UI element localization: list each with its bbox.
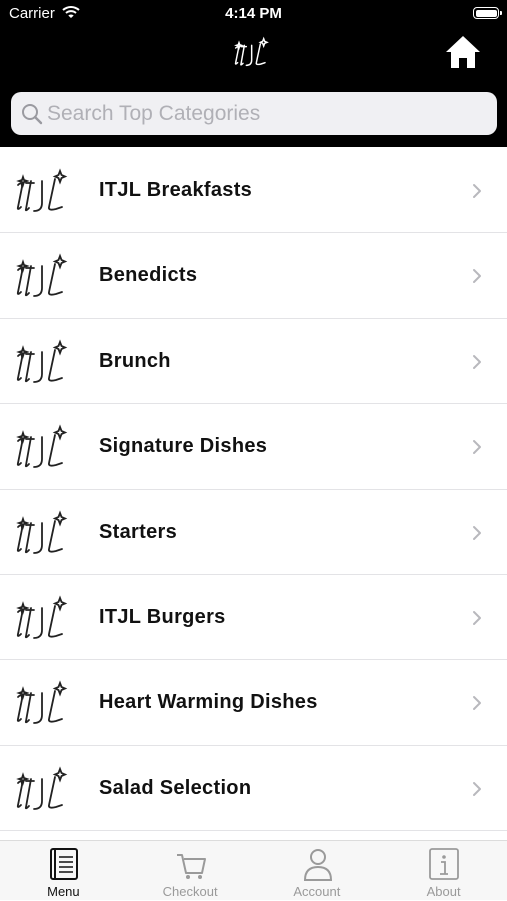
category-list: ITJL Breakfasts Benedicts Brunch Signature … <box>0 148 507 832</box>
status-bar: Carrier 4:14 PM <box>0 0 507 28</box>
category-row[interactable]: Starters <box>0 489 507 575</box>
cart-icon <box>175 847 207 881</box>
itjl-logo-icon <box>12 423 76 471</box>
itjl-logo-icon <box>12 338 76 386</box>
search-bar[interactable] <box>11 92 497 135</box>
category-row[interactable]: ITJL Burgers <box>0 574 507 661</box>
itjl-logo-icon <box>230 36 276 68</box>
search-icon <box>21 103 43 125</box>
home-icon <box>446 36 480 68</box>
chevron-right-icon <box>470 268 484 284</box>
itjl-logo-icon <box>12 594 76 642</box>
category-row[interactable]: Signature Dishes <box>0 404 507 490</box>
itjl-logo-icon <box>12 167 76 215</box>
person-icon <box>302 847 334 881</box>
tab-label: Menu <box>47 884 80 899</box>
category-row[interactable]: Brunch <box>0 318 507 405</box>
chevron-right-icon <box>470 183 484 199</box>
status-time: 4:14 PM <box>225 5 282 22</box>
chevron-right-icon <box>470 354 484 370</box>
category-label: Starters <box>99 520 177 543</box>
navigation-header: Carrier 4:14 PM <box>0 0 507 147</box>
category-row[interactable]: ITJL Breakfasts <box>0 148 507 234</box>
tab-label: Account <box>293 884 341 899</box>
battery-icon <box>473 7 502 19</box>
chevron-right-icon <box>470 439 484 455</box>
itjl-logo-icon <box>12 679 76 727</box>
chevron-right-icon <box>470 525 484 541</box>
category-label: Brunch <box>99 349 171 372</box>
itjl-logo-icon <box>12 252 76 300</box>
itjl-logo-icon <box>12 765 76 813</box>
tab-label: About <box>426 884 461 899</box>
category-label: Heart Warming Dishes <box>99 691 318 714</box>
category-label: ITJL Burgers <box>99 605 226 628</box>
category-row[interactable]: Heart Warming Dishes <box>0 660 507 746</box>
tab-account[interactable]: Account <box>254 841 381 901</box>
tab-checkout[interactable]: Checkout <box>127 841 254 901</box>
category-label: ITJL Breakfasts <box>99 179 253 201</box>
category-row[interactable]: Benedicts <box>0 233 507 319</box>
tab-menu[interactable]: Menu <box>0 841 127 901</box>
chevron-right-icon <box>470 610 484 626</box>
category-label: Signature Dishes <box>99 435 268 458</box>
search-input[interactable] <box>47 92 487 135</box>
chevron-right-icon <box>470 695 484 711</box>
info-icon <box>428 847 460 881</box>
itjl-logo-icon <box>12 509 76 557</box>
menu-book-icon <box>48 847 80 881</box>
category-label: Salad Selection <box>99 776 252 799</box>
category-label: Benedicts <box>99 264 198 287</box>
category-row[interactable]: Salad Selection <box>0 745 507 832</box>
tab-about[interactable]: About <box>380 841 507 901</box>
home-button[interactable] <box>444 34 482 70</box>
chevron-right-icon <box>470 781 484 797</box>
tab-bar: Menu Checkout Account About <box>0 840 507 900</box>
tab-label: Checkout <box>162 884 218 899</box>
